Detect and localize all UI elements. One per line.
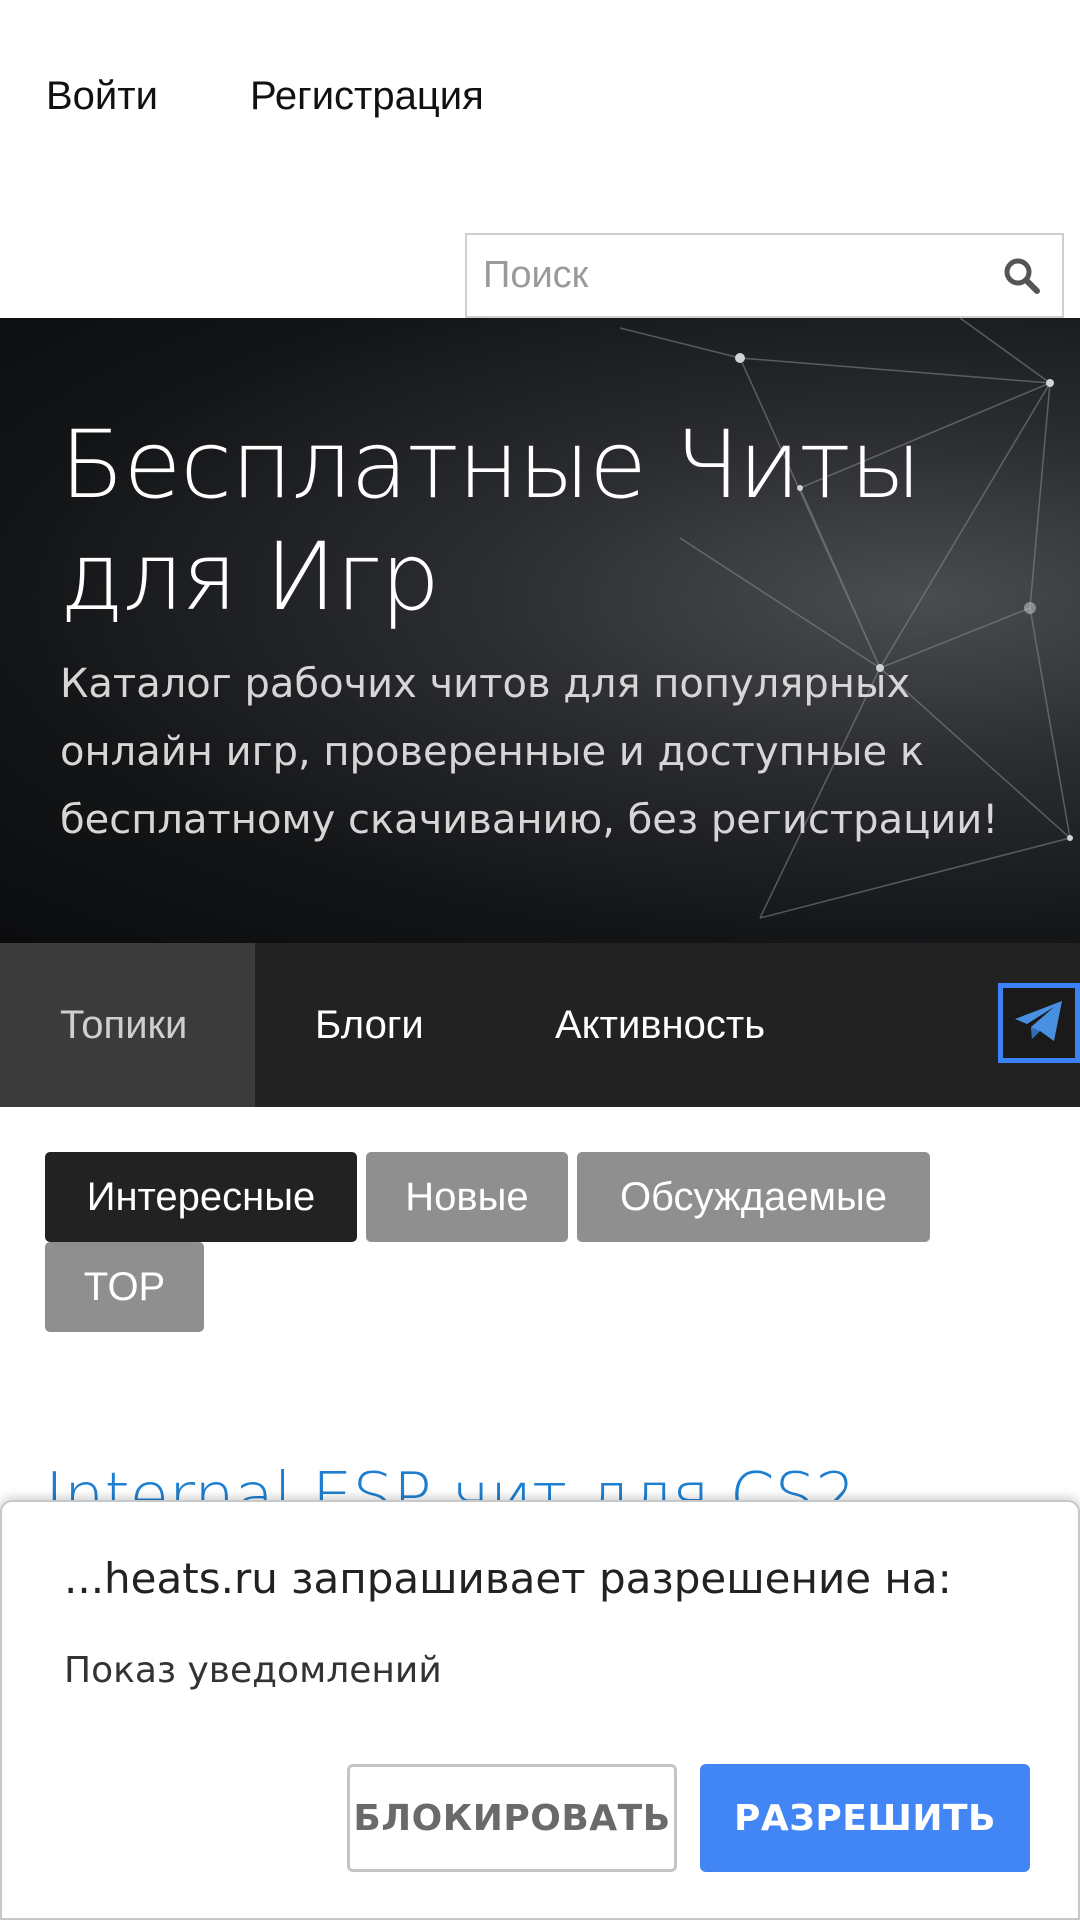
hero-banner: Бесплатные Читы для Игр Каталог рабочих … [0, 318, 1080, 943]
filter-top[interactable]: TOP [45, 1242, 204, 1332]
nav-item-topics[interactable]: Топики [0, 943, 255, 1107]
login-link[interactable]: Войти [46, 68, 158, 124]
search-input[interactable] [467, 235, 982, 316]
search-box [465, 233, 1064, 318]
hero-title: Бесплатные Читы для Игр [60, 411, 922, 632]
search-icon[interactable] [982, 235, 1062, 316]
notification-permission-dialog: ...heats.ru запрашивает разрешение на: П… [0, 1500, 1080, 1920]
register-link[interactable]: Регистрация [250, 68, 484, 124]
auth-links: Войти Регистрация [46, 68, 484, 124]
main-nav: Топики Блоги Активность [0, 943, 1080, 1107]
hero-subtitle: Каталог рабочих читов для популярных онл… [60, 661, 999, 843]
telegram-icon [1012, 997, 1066, 1050]
dialog-title: ...heats.ru запрашивает разрешение на: [64, 1554, 952, 1603]
allow-button[interactable]: РАЗРЕШИТЬ [700, 1764, 1030, 1872]
block-button[interactable]: БЛОКИРОВАТЬ [347, 1764, 677, 1872]
nav-item-blogs[interactable]: Блоги [255, 943, 495, 1107]
filter-discussed[interactable]: Обсуждаемые [577, 1152, 930, 1242]
filter-new[interactable]: Новые [366, 1152, 568, 1242]
nav-item-activity[interactable]: Активность [495, 943, 825, 1107]
filter-interesting[interactable]: Интересные [45, 1152, 357, 1242]
dialog-permission-text: Показ уведомлений [64, 1650, 442, 1691]
telegram-button[interactable] [998, 983, 1080, 1063]
